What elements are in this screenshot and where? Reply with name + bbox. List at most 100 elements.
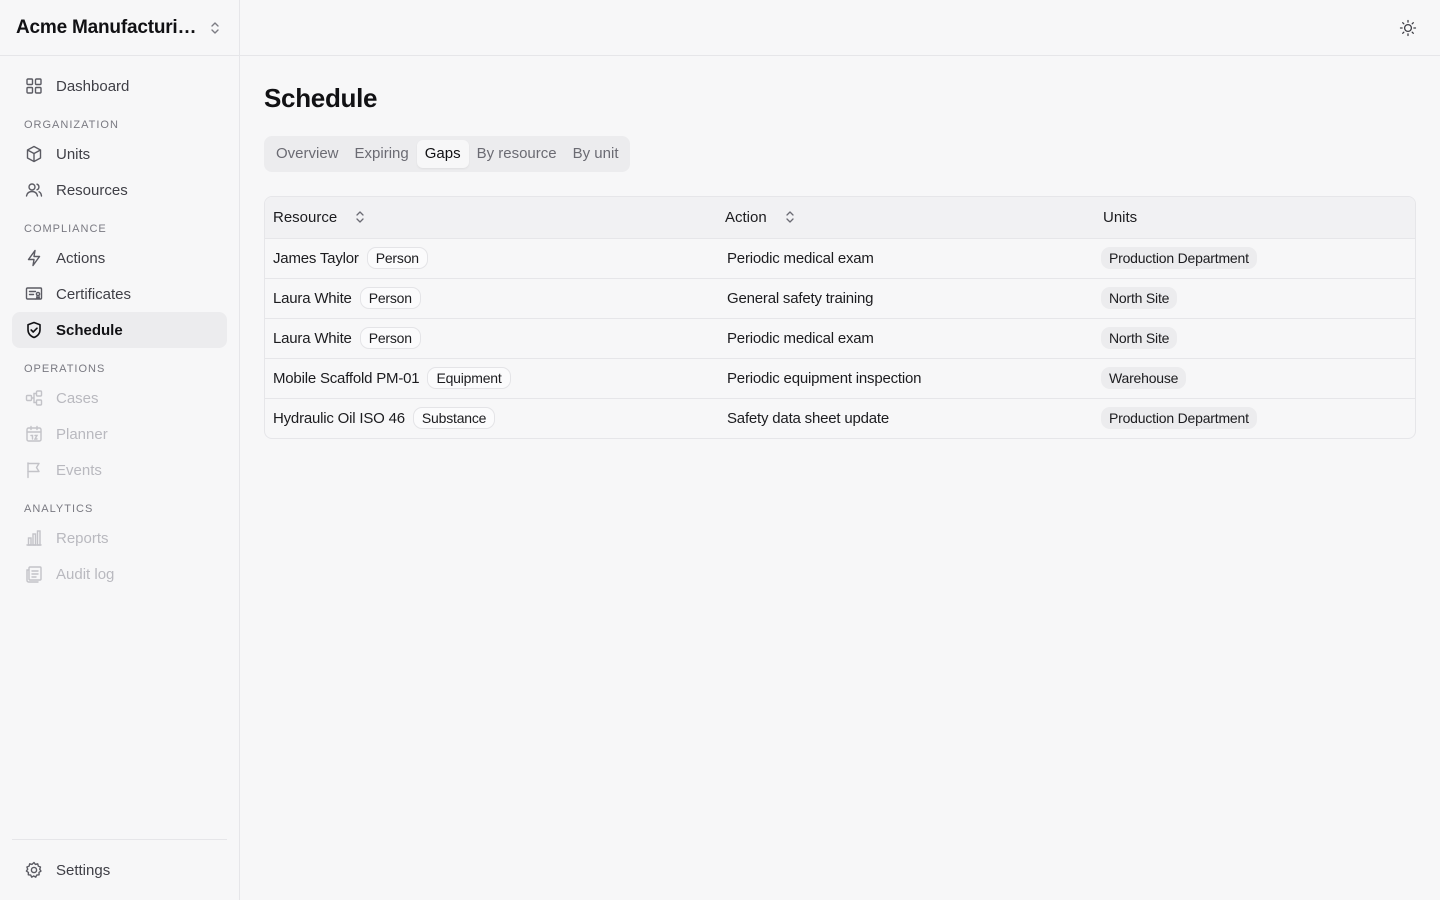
resource-name: Laura White	[273, 290, 352, 307]
sort-icon[interactable]	[783, 210, 797, 224]
units-cell: North Site	[1095, 318, 1415, 358]
sidebar-item-label: Reports	[56, 529, 109, 547]
sort-icon[interactable]	[353, 210, 367, 224]
section-label-organization: ORGANIZATION	[24, 119, 119, 131]
column-header-label: Action	[725, 208, 767, 226]
sidebar-item-label: Schedule	[56, 321, 123, 339]
sidebar-item-actions[interactable]: Actions	[12, 240, 227, 276]
sidebar-item-resources[interactable]: Resources	[12, 172, 227, 208]
sidebar-item-audit-log[interactable]: Audit log	[12, 556, 227, 592]
sidebar-item-label: Audit log	[56, 565, 115, 583]
resource-name: Hydraulic Oil ISO 46	[273, 410, 405, 428]
shield-check-icon	[27, 321, 41, 339]
users-icon	[25, 183, 43, 197]
unit-badge: Production Department	[1101, 247, 1257, 269]
action-cell: Safety data sheet update	[727, 409, 889, 427]
bar-chart-icon	[26, 530, 42, 546]
resource-cell: Hydraulic Oil ISO 46 Substance	[265, 398, 717, 438]
org-switcher[interactable]: Acme Manufacturin...	[0, 0, 239, 56]
lightning-icon	[27, 249, 41, 267]
org-name: Acme Manufacturin...	[16, 16, 201, 38]
column-header-label: Units	[1103, 208, 1138, 226]
sidebar-item-label: Settings	[56, 861, 111, 879]
resource-type-badge: Substance	[412, 407, 496, 430]
resource-type-badge: Person	[366, 247, 428, 269]
resource-type-badge: Person	[359, 327, 421, 349]
sidebar-item-label: Actions	[56, 249, 106, 267]
sidebar-item-events[interactable]: Events	[12, 452, 227, 488]
column-header-action[interactable]: Action	[717, 197, 1095, 238]
resource-cell: James Taylor Person	[265, 238, 717, 278]
sidebar-item-units[interactable]: Units	[12, 136, 227, 172]
table-row[interactable]: Mobile Scaffold PM-01 Equipment Periodic …	[265, 358, 1415, 398]
unit-badge: Production Department	[1101, 407, 1257, 430]
tab-overview[interactable]: Overview	[268, 140, 347, 168]
schedule-tabs: Overview Expiring Gaps By resource By un…	[264, 136, 631, 172]
cube-icon	[26, 145, 42, 163]
sidebar-nav: Dashboard ORGANIZATION Units Resources C…	[0, 56, 239, 592]
action-cell: Periodic medical exam	[727, 329, 874, 347]
table-row[interactable]: Laura White Person General safety trainin…	[265, 278, 1415, 318]
chevrons-up-down-icon	[211, 21, 219, 34]
units-cell: Warehouse	[1095, 358, 1415, 398]
table-row[interactable]: James Taylor Person Periodic medical exam…	[265, 238, 1415, 278]
tab-by-unit[interactable]: By unit	[565, 140, 627, 168]
sun-icon[interactable]	[1398, 18, 1418, 38]
grid-icon	[26, 78, 42, 94]
workflow-icon	[25, 390, 43, 406]
unit-badge: North Site	[1101, 327, 1178, 349]
resource-cell: Mobile Scaffold PM-01 Equipment	[265, 358, 717, 398]
topbar	[240, 0, 1440, 56]
table-row[interactable]: Hydraulic Oil ISO 46 Substance Safety dat…	[265, 398, 1415, 438]
resource-name: Laura White	[273, 330, 352, 347]
action-cell: General safety training	[727, 289, 874, 307]
sidebar-item-label: Planner	[56, 425, 108, 443]
sidebar-item-label: Certificates	[56, 285, 132, 303]
sidebar-item-planner[interactable]: Planner	[12, 416, 227, 452]
sidebar-footer: Settings	[12, 839, 227, 888]
sidebar: Acme Manufacturin... Dashboard ORGANIZAT…	[0, 0, 240, 900]
sidebar-item-schedule[interactable]: Schedule	[12, 312, 227, 348]
main-content: Schedule Overview Expiring Gaps By resou…	[264, 56, 1416, 439]
resource-name: James Taylor	[273, 250, 359, 267]
sidebar-item-dashboard[interactable]: Dashboard	[12, 68, 227, 104]
tab-gaps[interactable]: Gaps	[416, 140, 469, 168]
sidebar-item-certificates[interactable]: Certificates	[12, 276, 227, 312]
tab-expiring[interactable]: Expiring	[347, 140, 417, 168]
unit-badge: North Site	[1101, 287, 1178, 309]
sidebar-item-label: Resources	[56, 181, 128, 199]
tab-by-resource[interactable]: By resource	[469, 140, 565, 168]
units-cell: Production Department	[1095, 398, 1415, 438]
calendar-icon	[26, 425, 42, 442]
column-header-resource[interactable]: Resource	[265, 197, 717, 238]
section-label-operations: OPERATIONS	[24, 363, 106, 375]
action-cell: Periodic equipment inspection	[727, 369, 922, 387]
table-header-row: Resource Action Units	[265, 197, 1415, 238]
sidebar-item-label: Events	[56, 461, 102, 479]
sidebar-item-label: Dashboard	[56, 77, 130, 95]
unit-badge: Warehouse	[1101, 367, 1187, 389]
action-cell: Periodic medical exam	[727, 249, 874, 267]
section-label-compliance: COMPLIANCE	[24, 223, 107, 235]
resource-type-badge: Person	[359, 287, 421, 309]
resource-name: Mobile Scaffold PM-01	[273, 370, 420, 387]
sidebar-item-label: Units	[56, 145, 91, 163]
gear-icon	[25, 861, 42, 878]
gaps-table: Resource Action Units James Taylor Perso…	[264, 196, 1416, 439]
table-row[interactable]: Laura White Person Periodic medical exam …	[265, 318, 1415, 358]
flag-icon	[27, 462, 40, 479]
certificate-icon	[25, 287, 43, 300]
units-cell: Production Department	[1095, 238, 1415, 278]
resource-cell: Laura White Person	[265, 318, 717, 358]
page-title: Schedule	[264, 83, 378, 113]
sidebar-item-settings[interactable]: Settings	[12, 852, 227, 888]
receipt-icon	[26, 566, 42, 583]
sidebar-item-reports[interactable]: Reports	[12, 520, 227, 556]
column-header-units: Units	[1095, 197, 1415, 238]
units-cell: North Site	[1095, 278, 1415, 318]
section-label-analytics: ANALYTICS	[24, 503, 94, 515]
resource-cell: Laura White Person	[265, 278, 717, 318]
sidebar-item-label: Cases	[56, 389, 99, 407]
sidebar-item-cases[interactable]: Cases	[12, 380, 227, 416]
resource-type-badge: Equipment	[427, 367, 511, 389]
